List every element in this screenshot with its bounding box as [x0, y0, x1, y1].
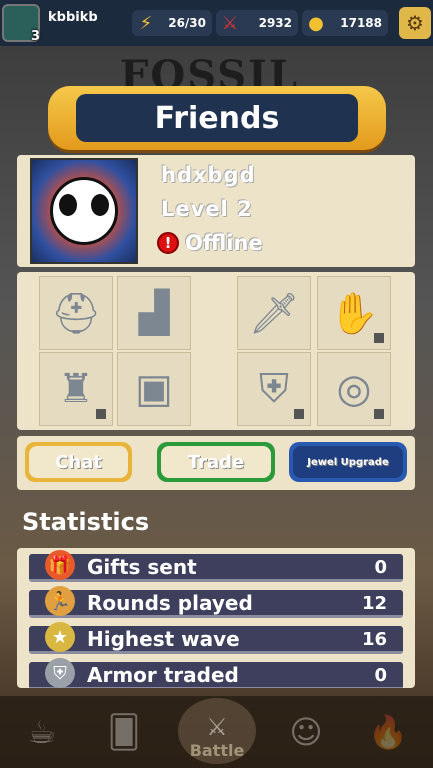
helmet-slot[interactable]: ⛑ [39, 276, 113, 350]
stat-value: 0 [374, 665, 387, 686]
lock-icon [374, 409, 384, 419]
friends-icon: ☺ [289, 713, 323, 751]
action-bar: Chat Trade Jewel Upgrade [17, 436, 415, 490]
equipment-panel: ⛑ ▟ 🗡 ✋ ♜ ▣ ⛨ ◎ [17, 272, 415, 430]
jewel-upgrade-button[interactable]: Jewel Upgrade [289, 442, 407, 482]
stat-row-armor: ⛨ Armor traded 0 [29, 658, 403, 688]
boot-icon: ▟ [138, 290, 170, 336]
helmet-icon: ⛑ [50, 290, 102, 337]
shop-icon: ☕ [27, 713, 57, 751]
jewel-upgrade-label: Jewel Upgrade [293, 446, 403, 478]
gold-counter[interactable]: ● 17188 [302, 10, 388, 36]
nav-cards[interactable]: 🂠 [96, 704, 152, 760]
page-title: Friends [76, 94, 358, 142]
crossed-swords-icon: ⚔ [221, 12, 239, 34]
friend-avatar [30, 158, 138, 264]
stat-row-rounds: 🏃 Rounds played 12 [29, 586, 403, 618]
statistics-heading: Statistics [22, 508, 150, 536]
player-name: kbbikb [48, 10, 98, 25]
friend-profile-panel: hdxbgd Level 2 ! Offline [17, 155, 415, 267]
alert-icon: ! [157, 232, 179, 254]
glove-icon: ✋ [329, 290, 379, 337]
armor-slot[interactable]: ♜ [39, 352, 113, 426]
cards-icon: 🂠 [107, 713, 141, 751]
stat-row-gifts: 🎁 Gifts sent 0 [29, 550, 403, 582]
nav-events[interactable]: 🔥 [360, 704, 416, 760]
boots-slot[interactable]: ▟ [117, 276, 191, 350]
shield-slot[interactable]: ⛨ [237, 352, 311, 426]
stat-value: 12 [361, 593, 387, 614]
settings-button[interactable]: ⚙ [399, 7, 431, 39]
ring-slot[interactable]: ◎ [317, 352, 391, 426]
bottom-nav: ☕ 🂠 ⚔ Battle ☺ 🔥 [0, 696, 433, 768]
lock-icon [96, 409, 106, 419]
stat-label: Rounds played [87, 591, 253, 615]
title-banner: Friends [48, 86, 386, 150]
shield-icon: ⛨ [259, 366, 289, 412]
friend-status: ! Offline [157, 231, 263, 255]
friend-name: hdxbgd [161, 163, 256, 187]
stat-label: Gifts sent [87, 555, 197, 579]
backpack-icon: ▣ [135, 366, 173, 412]
armor-icon: ⛨ [45, 658, 75, 688]
gear-icon: ⚙ [406, 11, 424, 35]
statistics-panel: 🎁 Gifts sent 0 🏃 Rounds played 12 ★ High… [17, 548, 415, 688]
stat-value: 0 [374, 557, 387, 578]
cow-face-icon [50, 177, 118, 245]
stat-row-wave: ★ Highest wave 16 [29, 622, 403, 654]
trade-button-label: Trade [161, 446, 271, 478]
stat-label: Armor traded [87, 663, 239, 687]
gift-icon: 🎁 [45, 550, 75, 580]
chestplate-icon: ♜ [58, 366, 94, 412]
weapon-slot[interactable]: 🗡 [237, 276, 311, 350]
nav-battle[interactable]: ⚔ Battle [178, 698, 256, 764]
stars-icon: ★ [45, 622, 75, 652]
chat-button[interactable]: Chat [25, 442, 132, 482]
energy-counter[interactable]: ⚡ 26/30 [132, 10, 212, 36]
player-level: 3 [30, 29, 40, 44]
trade-button[interactable]: Trade [157, 442, 275, 482]
friend-level: Level 2 [161, 197, 253, 221]
nav-battle-label: Battle [189, 741, 245, 760]
flame-icon: 🔥 [368, 713, 408, 751]
nav-shop[interactable]: ☕ [14, 704, 70, 760]
gloves-slot[interactable]: ✋ [317, 276, 391, 350]
lightning-icon: ⚡ [139, 12, 153, 34]
player-avatar[interactable]: 3 [2, 4, 40, 44]
lock-icon [374, 333, 384, 343]
crossed-swords-icon: ⚔ [206, 713, 228, 741]
lock-icon [294, 409, 304, 419]
ring-icon: ◎ [336, 366, 372, 412]
stat-label: Highest wave [87, 627, 240, 651]
status-text: Offline [185, 231, 263, 255]
stat-value: 16 [361, 629, 387, 650]
top-bar: 3 kbbikb ⚡ 26/30 ⚔ 2932 ● 17188 ⚙ [0, 0, 433, 46]
runner-icon: 🏃 [45, 586, 75, 616]
gold-coins-icon: ● [308, 12, 324, 34]
trophy-counter[interactable]: ⚔ 2932 [216, 10, 298, 36]
sword-icon: 🗡 [248, 290, 300, 337]
backpack-slot[interactable]: ▣ [117, 352, 191, 426]
nav-friends[interactable]: ☺ [278, 704, 334, 760]
chat-button-label: Chat [29, 446, 128, 478]
